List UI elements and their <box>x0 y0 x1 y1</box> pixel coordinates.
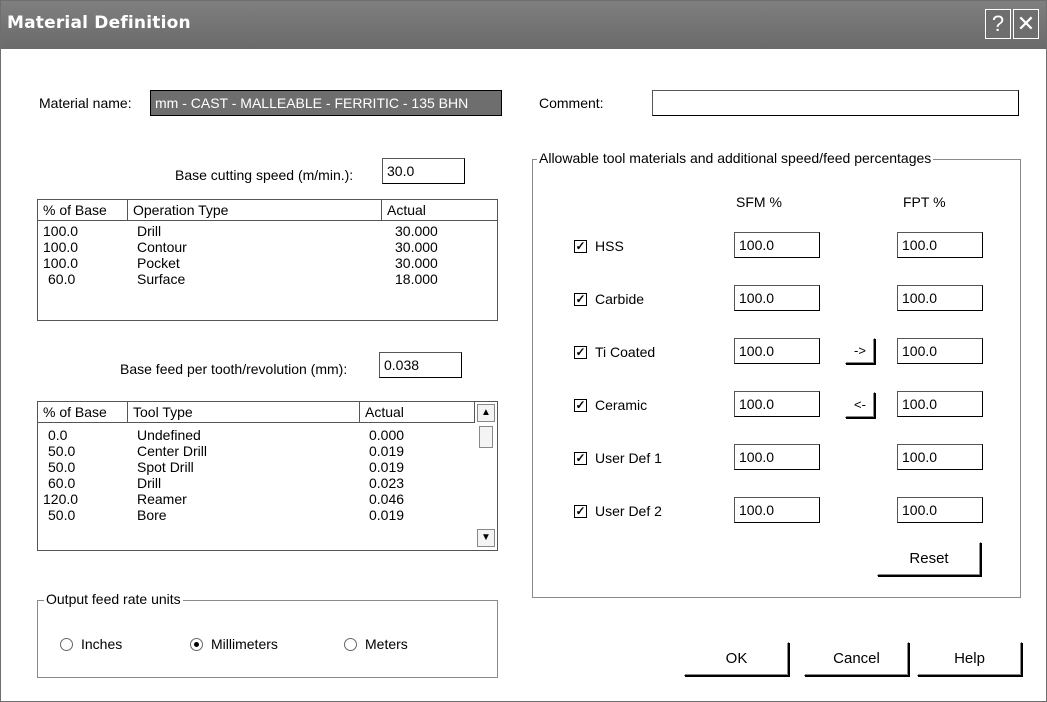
row-percent: 50.0 <box>48 507 76 523</box>
help-icon[interactable]: ? <box>985 9 1011 39</box>
comment-field[interactable] <box>652 90 1019 116</box>
row-operation: Contour <box>137 239 187 255</box>
row-tool: Bore <box>137 507 167 523</box>
row-tool: Reamer <box>137 491 187 507</box>
tool-type-list[interactable]: % of Base Tool Type Actual 0.0 Undefined… <box>37 401 498 551</box>
row-percent: 120.0 <box>43 491 79 507</box>
radio-selected-dot <box>194 642 199 647</box>
row-tool: Undefined <box>137 427 201 443</box>
reset-button[interactable]: Reset <box>877 542 981 576</box>
row-percent: 0.0 <box>48 427 68 443</box>
carbide-fpt-field[interactable]: 100.0 <box>897 285 983 311</box>
cancel-button[interactable]: Cancel <box>804 642 909 676</box>
copy-left-button[interactable]: <- <box>845 392 875 418</box>
row-percent: 50.0 <box>48 459 76 475</box>
row-actual: 0.000 <box>369 427 405 443</box>
ti-coated-label[interactable]: Ti Coated <box>595 344 655 360</box>
user-def-2-checkbox[interactable]: ✓ <box>574 505 587 518</box>
comment-label: Comment: <box>539 95 604 111</box>
allowable-tool-materials-legend: Allowable tool materials and additional … <box>537 150 934 166</box>
scrollbar-thumb[interactable] <box>479 426 493 448</box>
user-def-1-sfm-field[interactable]: 100.0 <box>734 444 820 470</box>
ti-coated-checkbox[interactable]: ✓ <box>574 346 587 359</box>
user-def-2-label[interactable]: User Def 2 <box>595 503 662 519</box>
user-def-1-fpt-field[interactable]: 100.0 <box>897 444 983 470</box>
ti-coated-fpt-field[interactable]: 100.0 <box>897 338 983 364</box>
radio-meters-label[interactable]: Meters <box>365 636 408 652</box>
row-actual: 30.000 <box>395 255 438 271</box>
close-icon[interactable]: ✕ <box>1013 9 1039 39</box>
row-actual: 0.023 <box>369 475 405 491</box>
carbide-sfm-field[interactable]: 100.0 <box>734 285 820 311</box>
title-bar[interactable]: Material Definition ? ✕ <box>1 1 1046 49</box>
column-header-actual[interactable]: Actual <box>382 200 497 221</box>
ceramic-fpt-field[interactable]: 100.0 <box>897 391 983 417</box>
radio-inches[interactable] <box>60 638 73 651</box>
user-def-1-label[interactable]: User Def 1 <box>595 450 662 466</box>
dialog-body: Material name: mm - CAST - MALLEABLE - F… <box>1 49 1046 701</box>
base-feed-field[interactable]: 0.038 <box>379 352 462 378</box>
material-name-label: Material name: <box>39 95 132 111</box>
operation-list[interactable]: % of Base Operation Type Actual 100.0 Dr… <box>37 199 498 321</box>
base-cutting-speed-field[interactable]: 30.0 <box>382 158 465 184</box>
hss-checkbox[interactable]: ✓ <box>574 240 587 253</box>
carbide-checkbox[interactable]: ✓ <box>574 293 587 306</box>
row-tool: Spot Drill <box>137 459 194 475</box>
row-actual: 0.019 <box>369 459 405 475</box>
allowable-tool-materials-group: Allowable tool materials and additional … <box>532 150 1021 598</box>
output-feed-rate-group: Output feed rate units Inches Millimeter… <box>37 591 498 678</box>
sfm-header: SFM % <box>736 194 782 210</box>
radio-meters[interactable] <box>344 638 357 651</box>
row-percent: 60.0 <box>48 475 76 491</box>
window-title: Material Definition <box>7 13 191 33</box>
ceramic-sfm-field[interactable]: 100.0 <box>734 391 820 417</box>
row-operation: Surface <box>137 271 186 287</box>
ceramic-checkbox[interactable]: ✓ <box>574 399 587 412</box>
row-actual: 0.019 <box>369 507 405 523</box>
row-operation: Drill <box>137 223 162 239</box>
row-actual: 30.000 <box>395 223 438 239</box>
row-percent: 100.0 <box>43 239 79 255</box>
hss-label[interactable]: HSS <box>595 238 624 254</box>
help-button[interactable]: Help <box>917 642 1022 676</box>
row-percent: 50.0 <box>48 443 76 459</box>
row-percent: 100.0 <box>43 255 79 271</box>
row-actual: 18.000 <box>395 271 438 287</box>
row-percent: 100.0 <box>43 223 79 239</box>
scroll-down-icon[interactable]: ▼ <box>477 529 495 547</box>
tool-list-scrollbar[interactable]: ▲ ▼ <box>476 402 497 550</box>
column-header-percent-of-base[interactable]: % of Base <box>38 402 128 423</box>
row-tool: Center Drill <box>137 443 208 459</box>
column-header-actual[interactable]: Actual <box>360 402 475 423</box>
hss-sfm-field[interactable]: 100.0 <box>734 232 820 258</box>
fpt-header: FPT % <box>903 194 946 210</box>
row-actual: 0.019 <box>369 443 405 459</box>
hss-fpt-field[interactable]: 100.0 <box>897 232 983 258</box>
radio-inches-label[interactable]: Inches <box>81 636 122 652</box>
ti-coated-sfm-field[interactable]: 100.0 <box>734 338 820 364</box>
scroll-up-icon[interactable]: ▲ <box>477 404 495 422</box>
row-tool: Drill <box>137 475 162 491</box>
radio-millimeters[interactable] <box>190 638 203 651</box>
material-name-field[interactable]: mm - CAST - MALLEABLE - FERRITIC - 135 B… <box>150 90 502 116</box>
row-operation: Pocket <box>137 255 180 271</box>
column-header-tool-type[interactable]: Tool Type <box>128 402 360 423</box>
material-definition-dialog: Material Definition ? ✕ Material name: m… <box>0 0 1047 702</box>
output-feed-rate-legend: Output feed rate units <box>44 591 183 607</box>
user-def-2-fpt-field[interactable]: 100.0 <box>897 497 983 523</box>
row-actual: 0.046 <box>369 491 405 507</box>
ok-button[interactable]: OK <box>684 642 789 676</box>
radio-millimeters-label[interactable]: Millimeters <box>211 636 278 652</box>
row-percent: 60.0 <box>48 271 76 287</box>
user-def-1-checkbox[interactable]: ✓ <box>574 452 587 465</box>
column-header-operation-type[interactable]: Operation Type <box>128 200 382 221</box>
copy-right-button[interactable]: -> <box>845 338 875 364</box>
ceramic-label[interactable]: Ceramic <box>595 397 647 413</box>
row-actual: 30.000 <box>395 239 438 255</box>
base-cutting-speed-label: Base cutting speed (m/min.): <box>175 167 354 183</box>
carbide-label[interactable]: Carbide <box>595 291 644 307</box>
base-feed-label: Base feed per tooth/revolution (mm): <box>120 361 348 377</box>
user-def-2-sfm-field[interactable]: 100.0 <box>734 497 820 523</box>
column-header-percent-of-base[interactable]: % of Base <box>38 200 128 221</box>
